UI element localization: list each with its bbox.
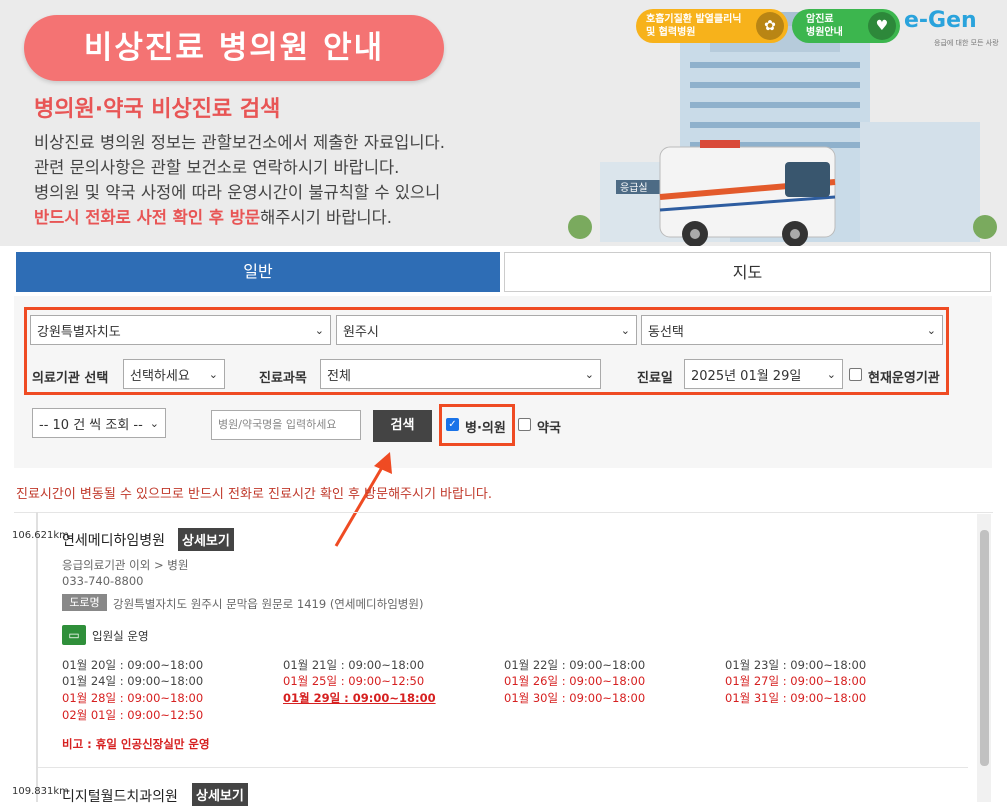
city-value: 원주시 [343,324,379,340]
result-divider [38,767,968,768]
building-sign: 응급실 [620,182,648,194]
province-select[interactable]: 강원특별자치도 ⌄ [30,315,331,345]
chevron-down-icon: ⌄ [926,323,936,337]
hours-item-holiday: 02월 01일 : 09:00~12:50 [62,708,204,722]
hours-item-holiday: 01월 25일 : 09:00~12:50 [283,674,425,688]
banner-line-2: 관련 문의사항은 관할 보건소로 연락하시기 바랍니다. [34,158,400,177]
view-tabs: 일반 지도 [16,252,991,292]
hours-item-holiday: 01월 31일 : 09:00~18:00 [725,691,867,705]
banner-warning: 반드시 전화로 사전 확인 후 방문 [34,208,261,227]
bed-icon: ▭ [62,625,86,645]
road-name-badge: 도로명 [62,594,107,611]
chevron-down-icon: ⌄ [584,367,594,381]
scrollbar-thumb[interactable] [980,530,989,766]
banner-line-1: 비상진료 병의원 정보는 관할보건소에서 제출한 자료입니다. [34,133,445,152]
result-phone[interactable]: 033-740-8800 [62,574,143,588]
search-button[interactable]: 검색 [373,410,432,442]
result-distance: 106.621km [12,530,69,541]
banner-line-4-rest: 해주시기 바랍니다. [260,208,392,227]
fever-clinic-link[interactable]: 호흡기질환 발열클리닉 및 협력병원 ✿ [636,9,788,43]
lungs-icon: ✿ [756,12,784,40]
search-input[interactable]: 병원/약국명을 입력하세요 [211,410,361,440]
hours-item: 01월 24일 : 09:00~18:00 [62,674,204,688]
city-select[interactable]: 원주시 ⌄ [336,315,637,345]
department-value: 전체 [327,368,351,384]
tab-general[interactable]: 일반 [16,252,500,292]
page-size-value: -- 10 건 씩 조회 -- [39,417,143,433]
chevron-down-icon: ⌄ [314,323,324,337]
clinic-checkbox[interactable]: ✓ [446,418,459,431]
facility-label: 의료기관 선택 [32,371,109,386]
detail-button[interactable]: 상세보기 [178,528,234,551]
hours-item-holiday: 01월 26일 : 09:00~18:00 [504,674,646,688]
facility-value: 선택하세요 [130,368,190,384]
result-address: 강원특별자치도 원주시 문막읍 원문로 1419 (연세메디하임병원) [113,597,424,611]
clinic-checkbox-label: 병·의원 [465,421,506,436]
chevron-down-icon: ⌄ [208,367,218,381]
hours-item-selected-day: 01월 29일 : 09:00~18:00 [283,691,436,705]
result-distance: 109.831km [12,786,69,797]
district-select[interactable]: 동선택 ⌄ [641,315,943,345]
detail-button[interactable]: 상세보기 [192,783,248,806]
result-note: 비고 : 휴일 인공신장실만 운영 [62,737,210,751]
banner-title: 비상진료 병의원 안내 [24,15,444,81]
pharmacy-checkbox[interactable] [518,418,531,431]
chevron-down-icon: ⌄ [149,416,159,430]
tab-map[interactable]: 지도 [504,252,991,292]
date-value: 2025년 01월 29일 [691,368,802,384]
result-category: 응급의료기관 이외 > 병원 [62,558,189,572]
chevron-down-icon: ⌄ [826,367,836,381]
open-now-checkbox[interactable] [849,368,862,381]
banner-subtitle: 병의원·약국 비상진료 검색 [34,97,281,122]
egen-logo[interactable]: e-Gen [904,8,977,33]
department-label: 진료과목 [259,371,307,386]
district-value: 동선택 [648,324,684,340]
cancer-care-link[interactable]: 암진료 병원안내 ♥ [792,9,900,43]
timeline-line [36,512,38,802]
hours-item: 01월 21일 : 09:00~18:00 [283,658,425,672]
department-select[interactable]: 전체 ⌄ [320,359,601,389]
stethoscope-icon: ♥ [868,12,896,40]
pharmacy-checkbox-label: 약국 [537,421,561,436]
page-size-select[interactable]: -- 10 건 씩 조회 -- ⌄ [32,408,166,438]
hours-item: 01월 20일 : 09:00~18:00 [62,658,204,672]
egen-logo-tagline: 응급에 대한 모든 사랑 [934,39,999,47]
result-name[interactable]: 연세메디하임병원 [62,530,165,550]
province-value: 강원특별자치도 [37,324,121,340]
banner-line-3: 병의원 및 약국 사정에 따라 운영시간이 불규칙할 수 있으니 [34,183,441,202]
notice-text: 진료시간이 변동될 수 있으므로 반드시 전화로 진료시간 확인 후 방문해주시… [16,487,493,502]
hours-item-holiday: 01월 28일 : 09:00~18:00 [62,691,204,705]
hours-item-holiday: 01월 27일 : 09:00~18:00 [725,674,867,688]
emergency-care-banner: 비상진료 병의원 안내 병의원·약국 비상진료 검색 비상진료 병의원 정보는 … [0,0,1007,246]
date-select[interactable]: 2025년 01월 29일 ⌄ [684,359,843,389]
banner-line-4: 반드시 전화로 사전 확인 후 방문해주시기 바랍니다. [34,205,445,230]
result-name[interactable]: 디지털월드치과의원 [62,786,178,806]
date-label: 진료일 [637,371,673,386]
hours-item: 01월 22일 : 09:00~18:00 [504,658,646,672]
hours-item-holiday: 01월 30일 : 09:00~18:00 [504,691,646,705]
open-now-label: 현재운영기관 [868,371,940,386]
ward-label: 입원실 운영 [92,629,149,643]
banner-description: 비상진료 병의원 정보는 관할보건소에서 제출한 자료입니다. 관련 문의사항은… [34,130,445,230]
facility-select[interactable]: 선택하세요 ⌄ [123,359,225,389]
chevron-down-icon: ⌄ [620,323,630,337]
hours-item: 01월 23일 : 09:00~18:00 [725,658,867,672]
